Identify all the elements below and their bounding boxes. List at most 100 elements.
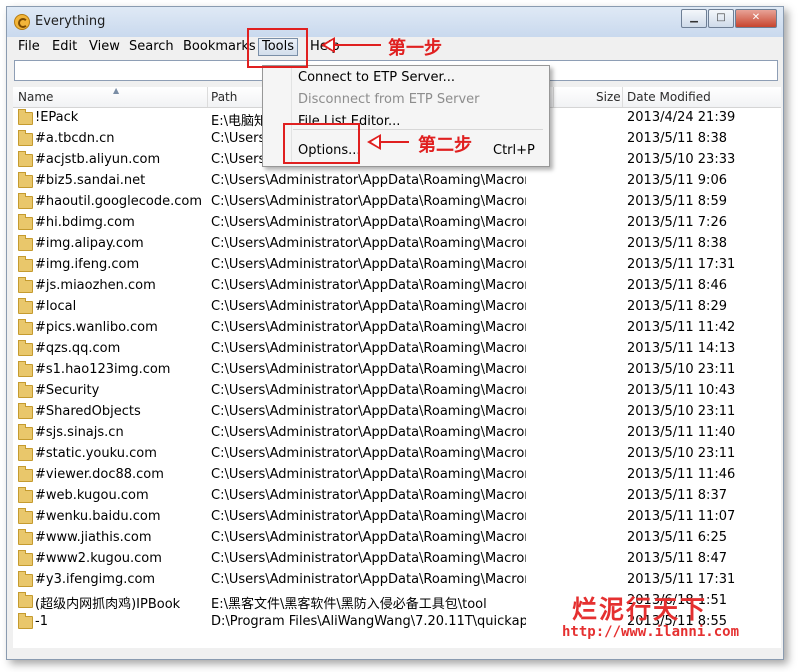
row-path: C:\Users\Administrator\AppData\Roaming\M… <box>211 362 526 377</box>
title-bar[interactable]: Everything ▁ □ ✕ <box>7 7 783 37</box>
row-date: 2013/5/11 17:31 <box>627 257 736 272</box>
table-row[interactable]: #y3.ifengimg.com C:\Users\Administrator\A… <box>13 570 781 591</box>
row-date: 2013/5/11 8:59 <box>627 194 727 209</box>
row-date: 2013/5/11 8:47 <box>627 551 727 566</box>
row-date: 2013/5/10 23:11 <box>627 446 736 461</box>
step1-arrow-icon <box>321 37 381 53</box>
row-name: #biz5.sandai.net <box>35 173 146 188</box>
row-name: -1 <box>35 614 48 629</box>
row-date: 2013/5/11 11:46 <box>627 467 736 482</box>
maximize-button[interactable]: □ <box>708 9 734 28</box>
row-name: #s1.hao123img.com <box>35 362 171 377</box>
row-name: #Security <box>35 383 100 398</box>
row-date: 2013/5/11 8:38 <box>627 131 727 146</box>
row-date: 2013/4/24 21:39 <box>627 110 736 125</box>
column-date-header[interactable]: Date Modified <box>627 90 711 104</box>
folder-icon <box>18 445 33 461</box>
folder-icon <box>18 382 33 398</box>
row-name: #y3.ifengimg.com <box>35 572 156 587</box>
menu-item-connect-etp[interactable]: Connect to ETP Server... <box>298 70 455 85</box>
folder-icon <box>18 298 33 314</box>
table-row[interactable]: #SharedObjects C:\Users\Administrator\App… <box>13 402 781 423</box>
table-row[interactable]: #img.alipay.com C:\Users\Administrator\Ap… <box>13 234 781 255</box>
row-name: #www2.kugou.com <box>35 551 162 566</box>
row-name: #viewer.doc88.com <box>35 467 164 482</box>
column-divider[interactable] <box>622 87 623 107</box>
column-divider[interactable] <box>553 87 554 107</box>
table-row[interactable]: #local C:\Users\Administrator\AppData\Roa… <box>13 297 781 318</box>
row-path: C:\Users\Administrator\AppData\Roaming\M… <box>211 383 526 398</box>
menu-search[interactable]: Search <box>126 39 177 55</box>
row-name: #haoutil.googlecode.com <box>35 194 203 209</box>
column-size-header[interactable]: Size <box>596 90 621 104</box>
row-name: #a.tbcdn.cn <box>35 131 115 146</box>
table-row[interactable]: #www.jiathis.com C:\Users\Administrator\A… <box>13 528 781 549</box>
row-date: 2013/5/11 9:06 <box>627 173 727 188</box>
step1-label: 第一步 <box>388 38 442 59</box>
menu-file[interactable]: File <box>15 39 43 55</box>
menu-item-disconnect-etp: Disconnect from ETP Server <box>298 92 480 107</box>
column-path-header[interactable]: Path <box>211 90 237 104</box>
row-name: #wenku.baidu.com <box>35 509 161 524</box>
table-row[interactable]: #qzs.qq.com C:\Users\Administrator\AppDat… <box>13 339 781 360</box>
sort-ascending-icon: ▲ <box>113 86 120 95</box>
table-row[interactable]: #img.ifeng.com C:\Users\Administrator\App… <box>13 255 781 276</box>
folder-icon <box>18 193 33 209</box>
row-name: #pics.wanlibo.com <box>35 320 158 335</box>
folder-icon <box>18 172 33 188</box>
folder-icon <box>18 529 33 545</box>
table-row[interactable]: #biz5.sandai.net C:\Users\Administrator\A… <box>13 171 781 192</box>
row-path: C:\Users\Administrator\AppData\Roaming\M… <box>211 173 526 188</box>
watermark-url: http://www.ilanni.com <box>562 624 740 640</box>
folder-icon <box>18 508 33 524</box>
window-controls: ▁ □ ✕ <box>680 9 777 28</box>
menu-view[interactable]: View <box>86 39 123 55</box>
folder-icon <box>18 130 33 146</box>
options-shortcut: Ctrl+P <box>493 143 535 158</box>
table-row[interactable]: #static.youku.com C:\Users\Administrator\… <box>13 444 781 465</box>
step2-arrow-icon <box>367 134 409 150</box>
folder-icon <box>18 340 33 356</box>
table-row[interactable]: #pics.wanlibo.com C:\Users\Administrator\… <box>13 318 781 339</box>
table-row[interactable]: #Security C:\Users\Administrator\AppData\… <box>13 381 781 402</box>
row-date: 2013/5/11 8:46 <box>627 278 727 293</box>
menu-edit[interactable]: Edit <box>49 39 80 55</box>
minimize-button[interactable]: ▁ <box>681 9 707 28</box>
table-row[interactable]: #js.miaozhen.com C:\Users\Administrator\A… <box>13 276 781 297</box>
row-date: 2013/5/10 23:11 <box>627 362 736 377</box>
row-date: 2013/5/11 10:43 <box>627 383 736 398</box>
table-row[interactable]: #web.kugou.com C:\Users\Administrator\App… <box>13 486 781 507</box>
row-path: C:\Users\Administrator\AppData\Roaming\M… <box>211 572 526 587</box>
table-row[interactable]: #viewer.doc88.com C:\Users\Administrator\… <box>13 465 781 486</box>
row-name: #sjs.sinajs.cn <box>35 425 124 440</box>
column-name-header[interactable]: Name <box>18 90 53 104</box>
row-path: E:\黑客文件\黑客软件\黑防入侵必备工具包\tool <box>211 597 487 612</box>
row-name: #web.kugou.com <box>35 488 149 503</box>
table-row[interactable]: #s1.hao123img.com C:\Users\Administrator\… <box>13 360 781 381</box>
row-date: 2013/5/11 17:31 <box>627 572 736 587</box>
table-row[interactable]: #haoutil.googlecode.com C:\Users\Administ… <box>13 192 781 213</box>
folder-icon <box>18 613 33 629</box>
row-name: #img.ifeng.com <box>35 257 140 272</box>
folder-icon <box>18 151 33 167</box>
folder-icon <box>18 424 33 440</box>
table-row[interactable]: #wenku.baidu.com C:\Users\Administrator\A… <box>13 507 781 528</box>
folder-icon <box>18 487 33 503</box>
everything-window: Everything ▁ □ ✕ File Edit View Search B… <box>6 6 784 660</box>
row-name: #local <box>35 299 77 314</box>
table-row[interactable]: #www2.kugou.com C:\Users\Administrator\Ap… <box>13 549 781 570</box>
row-path: C:\Users\Administrator\AppData\Roaming\M… <box>211 320 526 335</box>
row-date: 2013/5/11 11:07 <box>627 509 736 524</box>
close-button[interactable]: ✕ <box>735 9 777 28</box>
everything-app-icon <box>14 14 30 30</box>
table-row[interactable]: #sjs.sinajs.cn C:\Users\Administrator\App… <box>13 423 781 444</box>
row-path: C:\Users\Administrator\AppData\Roaming\M… <box>211 257 526 272</box>
row-date: 2013/5/11 11:40 <box>627 425 736 440</box>
column-divider[interactable] <box>207 87 208 107</box>
row-name: #qzs.qq.com <box>35 341 121 356</box>
step2-label: 第二步 <box>418 135 472 156</box>
row-path: C:\Users\Administrator\AppData\Roaming\M… <box>211 194 526 209</box>
row-name: #www.jiathis.com <box>35 530 152 545</box>
table-row[interactable]: #hi.bdimg.com C:\Users\Administrator\AppD… <box>13 213 781 234</box>
row-path: C:\Users\Administrator\AppData\Roaming\M… <box>211 488 526 503</box>
